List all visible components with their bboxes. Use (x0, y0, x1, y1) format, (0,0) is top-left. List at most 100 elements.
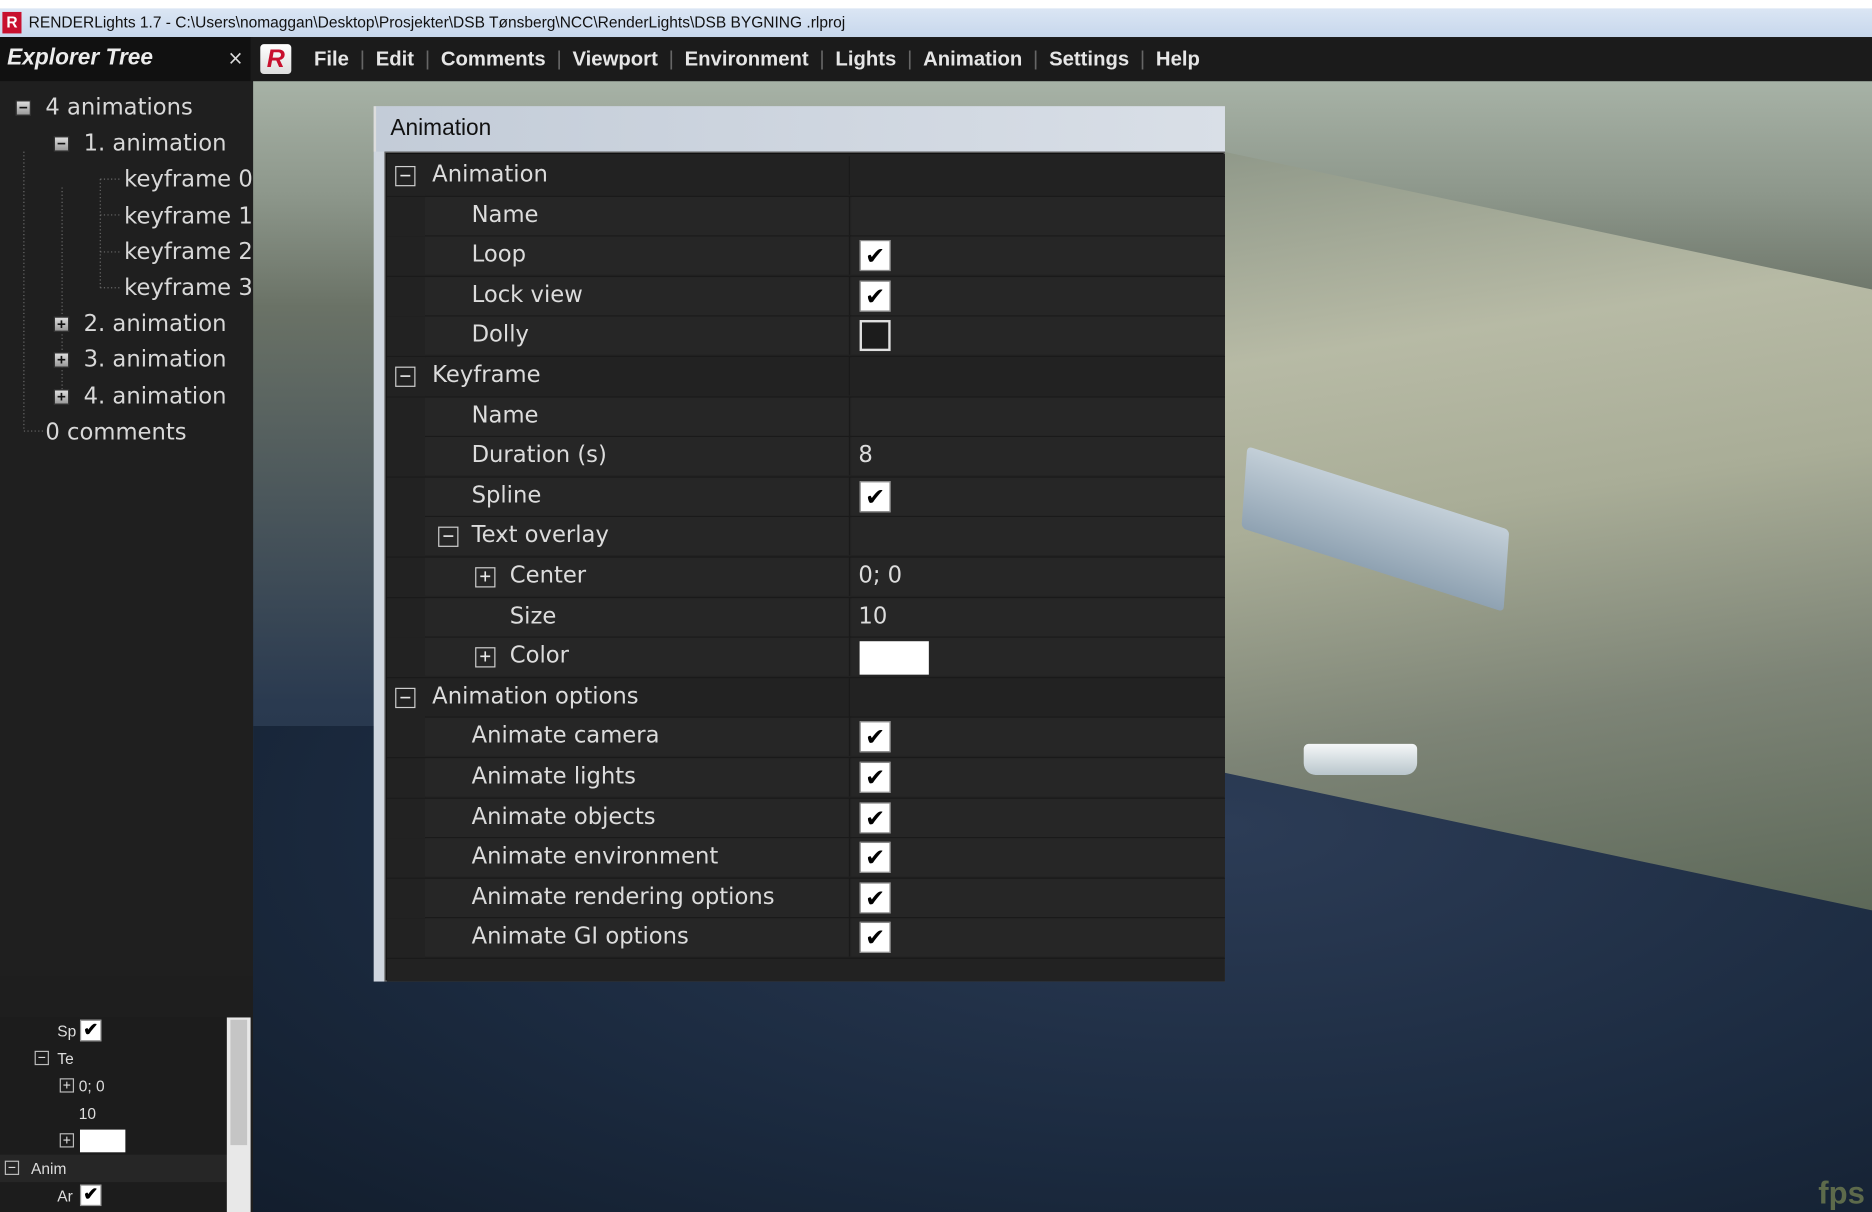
tree-item-keyframe-1[interactable]: keyframe 1 (124, 198, 253, 234)
property-checkbox[interactable]: ✔ (859, 280, 891, 312)
property-checkbox[interactable]: ✔ (859, 240, 891, 272)
property-label: Name (471, 201, 539, 228)
fps-label: fps (1818, 1174, 1865, 1211)
collapse-icon[interactable]: − (438, 526, 459, 548)
dialog-header[interactable]: Animation (373, 106, 1225, 152)
property-value-cell[interactable]: 0; 0 (851, 557, 1225, 596)
property-name-cell: Spline (425, 477, 851, 516)
menu-item-viewport[interactable]: Viewport (562, 47, 669, 71)
scrollbar[interactable]: ▼ (226, 1017, 251, 1212)
tree-item-4-animation[interactable]: 4. animation (84, 378, 227, 414)
property-value-cell[interactable]: ✔ (851, 918, 1225, 957)
expand-icon[interactable]: + (59, 1133, 75, 1148)
expand-icon[interactable]: + (53, 353, 70, 369)
mini-prop-checkbox[interactable]: ✔ (79, 1184, 102, 1207)
property-value-cell[interactable]: ✔ (851, 838, 1225, 877)
explorer-title: Explorer Tree (7, 45, 154, 71)
mini-prop-row: Ar ✔ (0, 1182, 227, 1209)
menu-item-lights[interactable]: Lights (825, 47, 907, 71)
property-value-cell[interactable] (851, 517, 1225, 556)
collapse-icon[interactable]: − (34, 1050, 49, 1066)
property-label: Text overlay (471, 522, 609, 549)
property-row-animate-lights: Animate lights ✔ (386, 758, 1225, 799)
property-value-cell[interactable] (851, 316, 1225, 356)
tree-item-4-animations[interactable]: 4 animations (45, 90, 193, 126)
expand-icon[interactable]: + (475, 567, 496, 588)
property-checkbox[interactable]: ✔ (859, 761, 891, 793)
property-value[interactable]: 10 (858, 603, 887, 629)
property-name-cell: Dolly (425, 316, 851, 356)
property-name-cell: Animate objects (425, 798, 851, 837)
mini-prop-checkbox[interactable]: ✔ (79, 1019, 102, 1042)
property-checkbox[interactable]: ✔ (859, 721, 891, 753)
mini-prop-color-swatch[interactable] (79, 1129, 126, 1153)
menu-item-comments[interactable]: Comments (430, 47, 556, 71)
app-logo-icon[interactable]: R (260, 44, 292, 75)
property-label: Animate lights (471, 763, 636, 790)
property-name-cell: Name (425, 196, 851, 235)
property-value-cell[interactable]: 10 (851, 597, 1225, 636)
mini-property-grid: Sp✔−Te+0; 010+−AnimAr✔Ar✔Ar✔ ▼ (0, 1017, 251, 1212)
row-gutter (386, 316, 426, 357)
menu-item-edit[interactable]: Edit (365, 47, 425, 71)
collapse-icon[interactable]: − (395, 366, 416, 387)
property-checkbox[interactable]: ✔ (859, 842, 891, 874)
property-value[interactable]: 8 (858, 442, 872, 468)
menu-item-settings[interactable]: Settings (1038, 47, 1140, 71)
property-row-spline: Spline ✔ (386, 477, 1225, 518)
menu-item-help[interactable]: Help (1145, 47, 1210, 71)
row-gutter (386, 477, 426, 517)
property-checkbox[interactable] (859, 320, 891, 352)
property-value-cell[interactable]: ✔ (851, 718, 1225, 757)
property-checkbox[interactable]: ✔ (859, 480, 891, 513)
close-icon[interactable]: × (228, 47, 244, 70)
row-gutter (386, 878, 426, 919)
tree-item-keyframe-0[interactable]: keyframe 0 (124, 162, 253, 198)
category-label: Animation (432, 161, 548, 188)
property-value-cell[interactable]: ✔ (851, 236, 1225, 275)
menu-item-file[interactable]: File (303, 47, 359, 71)
tree-item-keyframe-2[interactable]: keyframe 2 (124, 234, 253, 270)
property-value-cell[interactable]: ✔ (851, 758, 1225, 797)
tree-item-keyframe-3[interactable]: keyframe 3 (124, 270, 253, 306)
property-value-cell[interactable]: ✔ (851, 276, 1225, 315)
expand-icon[interactable]: + (53, 389, 70, 405)
property-value-cell[interactable] (851, 397, 1225, 436)
property-checkbox[interactable]: ✔ (859, 801, 891, 833)
property-value-cell[interactable] (851, 196, 1225, 235)
property-value-cell[interactable] (851, 637, 1225, 677)
collapse-icon[interactable]: − (4, 1160, 20, 1175)
expand-icon[interactable]: + (59, 1078, 75, 1093)
expand-icon[interactable]: + (53, 317, 70, 333)
property-checkbox[interactable]: ✔ (859, 882, 891, 914)
property-value-cell (851, 678, 1225, 717)
collapse-icon[interactable]: − (395, 165, 416, 187)
property-name-cell: Size (425, 597, 851, 636)
property-label: Lock view (471, 281, 583, 308)
expand-icon[interactable]: + (475, 647, 496, 668)
menu-item-animation[interactable]: Animation (912, 47, 1033, 71)
property-checkbox[interactable]: ✔ (859, 922, 891, 954)
property-row-dolly: Dolly (386, 316, 1225, 357)
collapse-icon[interactable]: − (15, 100, 32, 116)
property-value-cell[interactable]: ✔ (851, 477, 1225, 516)
property-value-cell[interactable]: ✔ (851, 878, 1225, 917)
scrollbar-thumb[interactable] (230, 1019, 248, 1146)
collapse-icon[interactable]: − (53, 136, 70, 152)
tree-item-1-animation[interactable]: 1. animation (84, 126, 227, 162)
collapse-icon[interactable]: − (395, 687, 416, 708)
property-value-cell[interactable]: 8 (851, 437, 1225, 476)
tree-item-2-animation[interactable]: 2. animation (84, 306, 227, 342)
color-swatch[interactable] (859, 641, 929, 675)
property-label: Animate camera (471, 722, 660, 750)
tree-item-0-comments[interactable]: 0 comments (45, 414, 186, 450)
property-value[interactable]: 0; 0 (858, 562, 902, 588)
property-row-lock-view: Lock view ✔ (386, 276, 1225, 317)
property-value-cell[interactable]: ✔ (851, 798, 1225, 837)
mini-prop-label: 10 (78, 1104, 97, 1123)
property-label: Loop (471, 241, 526, 268)
menu-item-environment[interactable]: Environment (674, 47, 820, 71)
property-name-cell: Name (425, 397, 851, 436)
tree-item-3-animation[interactable]: 3. animation (84, 342, 227, 378)
row-gutter (386, 918, 426, 959)
